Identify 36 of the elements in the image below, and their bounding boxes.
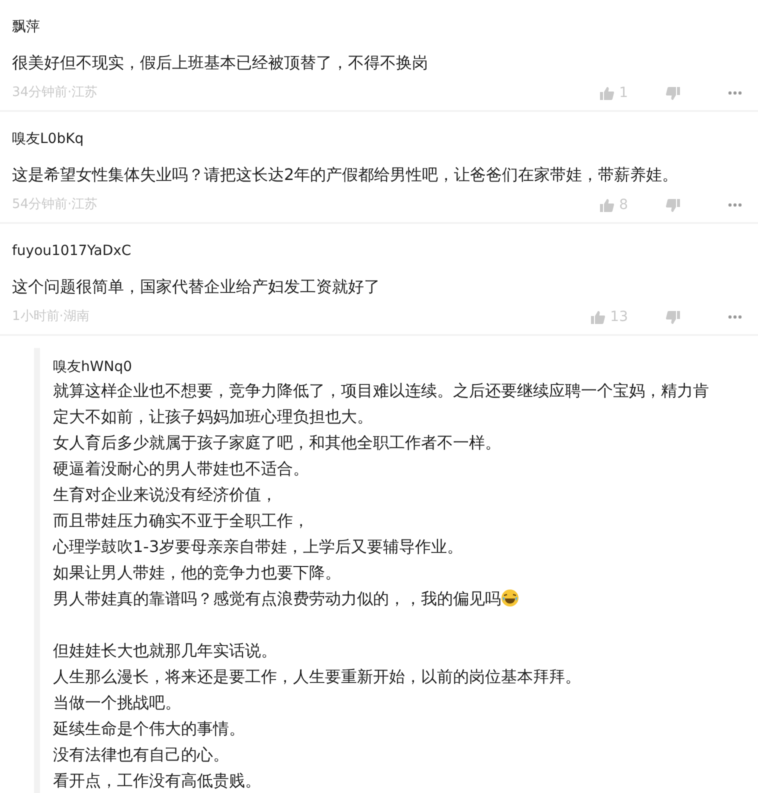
username[interactable]: fuyou1017YaDxC <box>12 242 132 260</box>
thumbs-up-icon <box>600 198 614 212</box>
more-icon <box>728 91 742 95</box>
reply-text: 但娃娃长大也就那几年实话说。 <box>53 640 277 662</box>
reply-text: 没有法律也有自己的心。 <box>53 744 229 766</box>
reply-text: 看开点，工作没有高低贵贱。 <box>53 770 261 792</box>
username[interactable]: 嗅友L0bKq <box>12 130 84 148</box>
dislike-button[interactable] <box>666 198 680 212</box>
more-button[interactable] <box>728 315 742 319</box>
thumbs-down-icon <box>666 86 680 100</box>
reply-text: 心理学鼓吹1-3岁要母亲亲自带娃，上学后又要辅导作业。 <box>53 536 464 558</box>
reply-text: 硬逼着没耐心的男人带娃也不适合。 <box>53 458 309 480</box>
reply-text: 人生那么漫长，将来还是要工作，人生要重新开始，以前的岗位基本拜拜。 <box>53 666 581 688</box>
reply-text: 当做一个挑战吧。 <box>53 692 181 714</box>
comment-text: 这是希望女性集体失业吗？请把这长达2年的产假都给男性吧，让爸爸们在家带娃，带薪养娃。 <box>12 164 678 186</box>
more-icon <box>728 203 742 207</box>
thumbs-down-icon <box>666 198 680 212</box>
thumbs-up-icon <box>591 310 606 324</box>
dislike-button[interactable] <box>666 86 680 100</box>
username[interactable]: 飘萍 <box>12 18 40 36</box>
reply-text: 男人带娃真的靠谱吗？感觉有点浪费劳动力似的，，我的偏见吗 <box>53 588 501 610</box>
reply-text: 就算这样企业也不想要，竞争力降低了，项目难以连续。之后还要继续应聘一个宝妈，精力肯定大不如前，让孩子妈妈加班心理负担也大。 <box>53 380 710 428</box>
reply-text: 延续生命是个伟大的事情。 <box>53 718 245 740</box>
more-button[interactable] <box>728 203 742 207</box>
reply-text: 女人育后多少就属于孩子家庭了吧，和其他全职工作者不一样。 <box>53 432 501 454</box>
username[interactable]: 嗅友hWNq0 <box>53 358 132 376</box>
reply-text: 而且带娃压力确实不亚于全职工作， <box>53 510 309 532</box>
reply-text: 生育对企业来说没有经济价值， <box>53 484 277 506</box>
comment-text: 很美好但不现实，假后上班基本已经被顶替了，不得不换岗 <box>12 52 428 74</box>
thumbs-up-icon <box>600 86 614 100</box>
more-icon <box>728 315 742 319</box>
thumbs-down-icon <box>666 310 680 324</box>
more-button[interactable] <box>728 91 742 95</box>
comment-text: 这个问题很简单，国家代替企业给产妇发工资就好了 <box>12 276 380 298</box>
dislike-button[interactable] <box>666 310 680 324</box>
reply-text: 如果让男人带娃，他的竞争力也要下降。 <box>53 562 341 584</box>
